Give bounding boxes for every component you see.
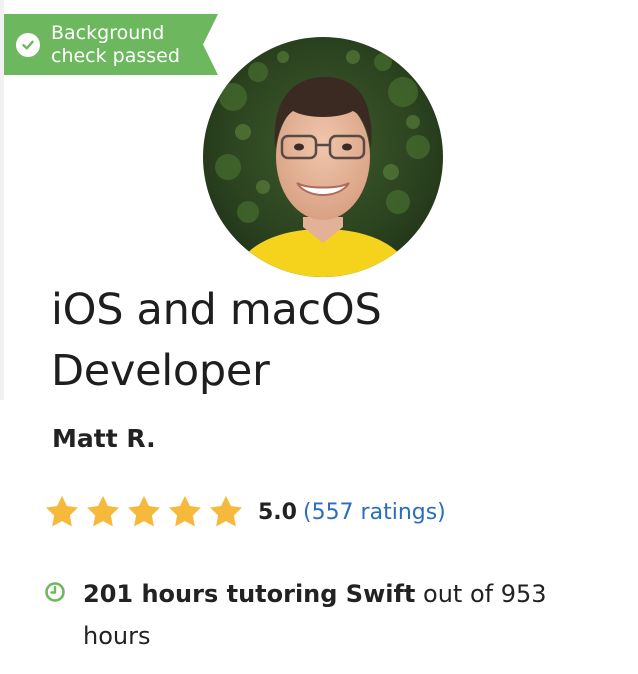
- card-edge-divider: [0, 0, 4, 400]
- clock-icon: [44, 581, 66, 603]
- star-icon: [43, 493, 81, 531]
- rating-row: 5.0 (557 ratings): [43, 491, 446, 533]
- star-icon: [84, 493, 122, 531]
- ratings-count-link[interactable]: (557 ratings): [303, 500, 446, 525]
- star-icon: [125, 493, 163, 531]
- tutor-card[interactable]: Background check passed iOS and macOS De…: [0, 0, 638, 674]
- check-circle-icon: [16, 32, 40, 57]
- star-rating: [43, 493, 248, 531]
- tutoring-hours: 201 hours tutoring Swift out of 953 hour…: [44, 573, 604, 657]
- star-icon: [166, 493, 204, 531]
- tutor-avatar[interactable]: [203, 37, 443, 277]
- tutor-name[interactable]: Matt R.: [52, 424, 156, 453]
- badge-label: Background check passed: [51, 21, 180, 67]
- rating-score: 5.0: [258, 499, 297, 525]
- star-icon: [207, 493, 245, 531]
- tutor-headline: iOS and macOS Developer: [51, 285, 382, 396]
- hours-description: 201 hours tutoring Swift out of 953 hour…: [83, 573, 604, 657]
- avatar-image: [203, 37, 443, 277]
- hours-highlight: 201 hours tutoring Swift: [83, 580, 416, 608]
- background-check-badge: Background check passed: [4, 14, 218, 75]
